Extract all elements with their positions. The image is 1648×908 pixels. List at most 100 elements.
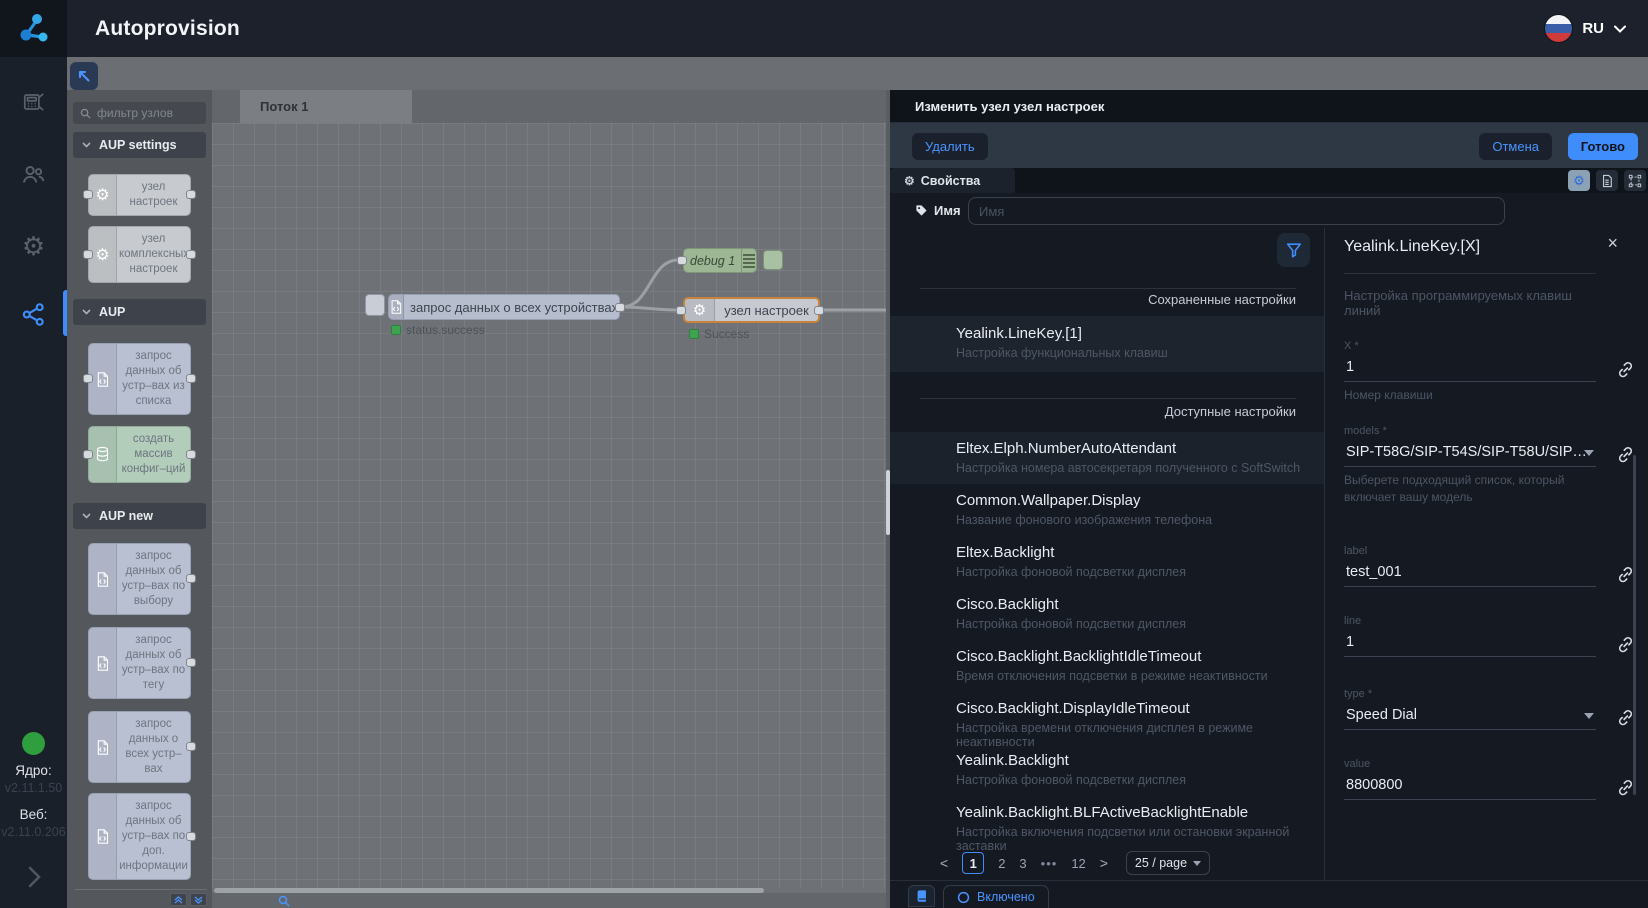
canvas-zoom-button[interactable] — [276, 893, 292, 908]
enabled-toggle[interactable]: Включено — [943, 885, 1049, 908]
available-setting-item[interactable]: Eltex.Backlight Настройка фоновой подсве… — [890, 536, 1324, 588]
flow-canvas[interactable]: Поток 1 запрос данных о всех устройствах… — [212, 90, 886, 908]
properties-view-button[interactable]: ⚙ — [1568, 170, 1590, 191]
gear-icon: ⚙ — [22, 233, 45, 259]
link-icon — [1616, 565, 1635, 584]
cancel-button[interactable]: Отмена — [1479, 133, 1552, 160]
palette-node-query-by-choice[interactable]: запрос данных об устр–вах по выбору — [88, 543, 191, 615]
file-code-icon — [389, 295, 404, 319]
pagination-prev-button[interactable]: < — [940, 855, 948, 871]
palette-scroll-down-button[interactable] — [190, 893, 207, 906]
sidebar-item-users[interactable] — [0, 157, 67, 191]
setting-title: Common.Wallpaper.Display — [956, 492, 1324, 509]
sidebar-item-flows[interactable] — [0, 297, 67, 331]
file-code-icon — [89, 544, 117, 614]
gear-icon: ⚙ — [89, 175, 117, 215]
canvas-node-debug[interactable]: debug 1 — [683, 248, 757, 273]
detail-scrollbar[interactable] — [1633, 455, 1636, 795]
available-setting-item[interactable]: Cisco.Backlight.BacklightIdleTimeout Вре… — [890, 640, 1324, 692]
name-input[interactable] — [968, 197, 1505, 225]
node-output-port[interactable] — [814, 306, 824, 315]
web-version-value: v2.11.0.206 — [0, 825, 67, 839]
node-input-port[interactable] — [676, 306, 686, 315]
sidebar-item-devices[interactable] — [0, 85, 67, 119]
palette-section-aup[interactable]: AUP — [73, 299, 206, 325]
field-x-input[interactable]: 1 — [1344, 357, 1596, 382]
gear-icon: ⚙ — [89, 227, 117, 282]
palette-scroll-up-button[interactable] — [170, 893, 187, 906]
web-version-label: Веб: — [0, 807, 67, 822]
palette-filter-input[interactable] — [97, 106, 199, 120]
filter-settings-button[interactable] — [1277, 233, 1310, 267]
palette-section-aup-settings[interactable]: AUP settings — [73, 132, 206, 158]
pagination-next-button[interactable]: > — [1100, 855, 1108, 871]
status-dot-icon — [391, 325, 401, 335]
page-size-value: 25 / page — [1135, 856, 1187, 870]
field-label-input[interactable]: test_001 — [1344, 562, 1596, 587]
palette-section-aup-new[interactable]: AUP new — [73, 503, 206, 529]
done-button[interactable]: Готово — [1568, 133, 1638, 160]
field-type-select[interactable]: Speed Dial — [1344, 705, 1596, 730]
pagination-ellipsis[interactable]: ••• — [1041, 856, 1058, 871]
inject-node-button[interactable] — [365, 294, 385, 316]
field-type: type * Speed Dial — [1344, 688, 1596, 730]
selection-frame-icon — [1628, 174, 1642, 188]
setting-description: Настройка функциональных клавиш — [956, 346, 1324, 360]
field-value-input[interactable]: 8800800 — [1344, 775, 1596, 800]
available-setting-item[interactable]: Yealink.Backlight.BLFActiveBacklightEnab… — [890, 796, 1324, 848]
delete-button[interactable]: Удалить — [912, 133, 988, 160]
description-view-button[interactable] — [1596, 170, 1618, 191]
language-selector[interactable]: RU — [1545, 0, 1626, 57]
palette-node-query-list[interactable]: запрос данных об устр–вах из списка — [88, 343, 191, 415]
node-output-port — [186, 190, 196, 199]
sidebar-item-settings[interactable]: ⚙ — [0, 229, 67, 263]
node-output-port — [186, 658, 196, 667]
saved-setting-item[interactable]: Yealink.LineKey.[1] Настройка функционал… — [890, 316, 1324, 372]
node-output-port[interactable] — [615, 303, 625, 312]
close-detail-button[interactable]: × — [1607, 234, 1618, 252]
node-input-port[interactable] — [677, 256, 687, 265]
debug-enable-button[interactable] — [763, 250, 783, 270]
field-label: type * — [1344, 688, 1596, 702]
available-setting-item[interactable]: Common.Wallpaper.Display Название фоново… — [890, 484, 1324, 536]
field-line-input[interactable]: 1 — [1344, 632, 1596, 657]
cursor-arrow-icon — [76, 68, 92, 84]
debug-toggle-icon[interactable] — [741, 249, 756, 272]
page-size-select[interactable]: 25 / page — [1126, 851, 1210, 875]
available-setting-item[interactable]: Cisco.Backlight Настройка фоновой подсве… — [890, 588, 1324, 640]
canvas-grid[interactable]: запрос данных о всех устройствах status.… — [212, 123, 886, 888]
select-tool-button[interactable] — [70, 62, 98, 90]
palette-section-label: AUP — [99, 305, 125, 319]
gear-icon: ⚙ — [1573, 173, 1585, 189]
palette-node-query-by-extra-info[interactable]: запрос данных об устр–вах по доп. информ… — [88, 793, 191, 880]
flow-tab[interactable]: Поток 1 — [240, 90, 412, 123]
detail-title: Yealink.LineKey.[X] — [1344, 238, 1480, 256]
detail-divider — [1344, 273, 1596, 274]
editor-tab-bar: ⚙ Свойства ⚙ — [890, 168, 1648, 193]
tab-properties[interactable]: ⚙ Свойства — [890, 168, 1015, 193]
palette-node-create-config-array[interactable]: создать массив конфиг–ций — [88, 426, 191, 483]
pagination-page-3[interactable]: 3 — [1019, 856, 1026, 871]
palette-node-complex-settings[interactable]: ⚙ узел комплексных настроек — [88, 226, 191, 283]
palette-node-query-all[interactable]: запрос данных о всех устр–вах — [88, 711, 191, 783]
pagination-page-12[interactable]: 12 — [1071, 856, 1085, 871]
canvas-node-settings-selected[interactable]: ⚙ узел настроек — [683, 297, 820, 323]
canvas-node-query-all-devices[interactable]: запрос данных о всех устройствах — [388, 294, 620, 320]
palette-node-query-by-tag[interactable]: запрос данных об устр–вах по тегу — [88, 627, 191, 699]
list-divider — [920, 288, 1296, 289]
field-models-select[interactable]: SIP-T58G/SIP-T54S/SIP-T58U/SIP… — [1344, 442, 1596, 467]
palette-node-settings[interactable]: ⚙ узел настроек — [88, 174, 191, 216]
pagination-page-2[interactable]: 2 — [998, 856, 1005, 871]
link-property-button[interactable] — [1614, 358, 1636, 380]
docs-button[interactable] — [908, 885, 935, 907]
available-setting-item[interactable]: Yealink.Backlight Настройка фоновой подс… — [890, 744, 1324, 796]
pagination-page-1[interactable]: 1 — [962, 852, 984, 874]
setting-description: Настройка номера автосекретаря полученно… — [956, 461, 1324, 475]
appearance-view-button[interactable] — [1624, 170, 1646, 191]
node-output-port — [186, 832, 196, 841]
circle-icon — [957, 891, 970, 904]
available-setting-item[interactable]: Eltex.Elph.NumberAutoAttendant Настройка… — [890, 432, 1324, 484]
sidebar-expand-button[interactable] — [0, 864, 67, 890]
magnifier-icon — [278, 895, 290, 907]
available-setting-item[interactable]: Cisco.Backlight.DisplayIdleTimeout Настр… — [890, 692, 1324, 744]
